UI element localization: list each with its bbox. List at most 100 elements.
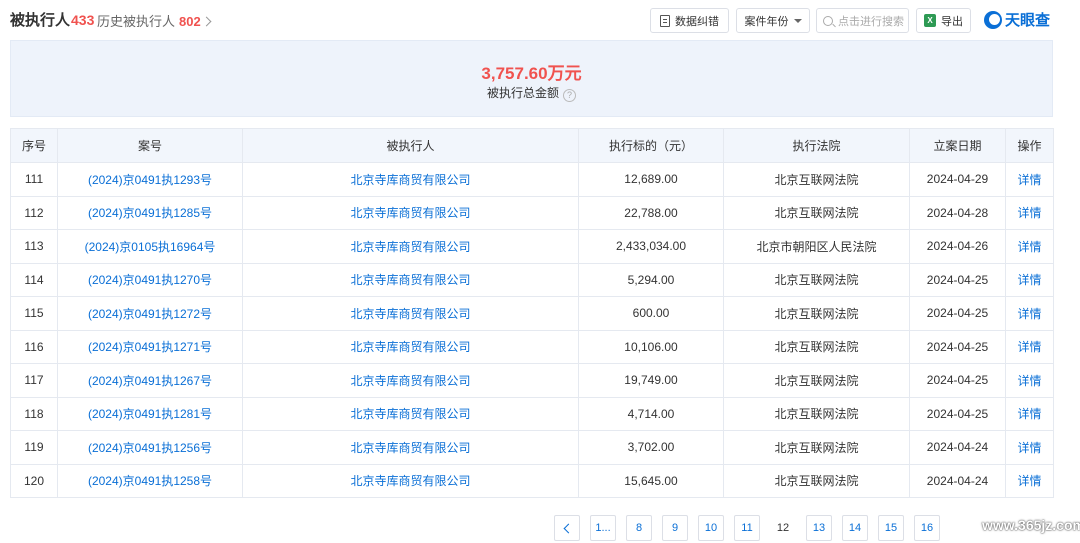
execution-amount: 2,433,034.00: [578, 229, 724, 264]
tab-current-count: 433: [71, 12, 95, 28]
details-link[interactable]: 详情: [1005, 162, 1054, 197]
page-button-first[interactable]: 1...: [590, 515, 616, 541]
help-icon[interactable]: ?: [563, 89, 576, 102]
filing-date: 2024-04-29: [909, 162, 1006, 197]
report-error-button[interactable]: 数据纠错: [650, 8, 729, 33]
table-row: 120 (2024)京0491执1258号 北京寺库商贸有限公司 15,645.00 北…: [10, 463, 1054, 498]
tab-current-executed[interactable]: 被执行人433: [10, 9, 94, 30]
column-header-filing-date: 立案日期: [909, 128, 1006, 163]
row-no: 115: [10, 296, 58, 331]
page-button[interactable]: 15: [878, 515, 904, 541]
executed-party-link[interactable]: 北京寺库商贸有限公司: [242, 296, 579, 331]
details-link[interactable]: 详情: [1005, 463, 1054, 498]
row-no: 113: [10, 229, 58, 264]
court-name: 北京市朝阳区人民法院: [723, 229, 910, 264]
case-number-link[interactable]: (2024)京0491执1293号: [57, 162, 243, 197]
details-link[interactable]: 详情: [1005, 229, 1054, 264]
total-amount-label-row: 被执行总金额?: [11, 84, 1052, 102]
top-toolbar: 被执行人433 历史被执行人 802 数据纠错 案件年份 点击进行搜索 X 导出 …: [0, 0, 1080, 40]
executed-person-table: 序号 案号 被执行人 执行标的（元） 执行法院 立案日期 操作 111 (2024…: [10, 128, 1054, 498]
page-button-current: 12: [770, 515, 796, 541]
case-number-link[interactable]: (2024)京0491执1258号: [57, 463, 243, 498]
filing-date: 2024-04-25: [909, 296, 1006, 331]
case-year-select[interactable]: 案件年份: [736, 8, 810, 33]
details-link[interactable]: 详情: [1005, 329, 1054, 364]
filing-date: 2024-04-26: [909, 229, 1006, 264]
case-number-link[interactable]: (2024)京0491执1281号: [57, 396, 243, 431]
tab-history-executed[interactable]: 历史被执行人 802: [97, 11, 212, 30]
page-button[interactable]: 14: [842, 515, 868, 541]
case-number-link[interactable]: (2024)京0491执1285号: [57, 195, 243, 230]
executed-party-link[interactable]: 北京寺库商贸有限公司: [242, 363, 579, 398]
row-no: 116: [10, 329, 58, 364]
court-name: 北京互联网法院: [723, 329, 910, 364]
executed-party-link[interactable]: 北京寺库商贸有限公司: [242, 162, 579, 197]
page-button[interactable]: 9: [662, 515, 688, 541]
page-button[interactable]: 10: [698, 515, 724, 541]
executed-party-link[interactable]: 北京寺库商贸有限公司: [242, 430, 579, 465]
page-button[interactable]: 16: [914, 515, 940, 541]
executed-party-link[interactable]: 北京寺库商贸有限公司: [242, 262, 579, 297]
prev-page-button[interactable]: [554, 515, 580, 541]
filing-date: 2024-04-28: [909, 195, 1006, 230]
row-no: 118: [10, 396, 58, 431]
filing-date: 2024-04-25: [909, 329, 1006, 364]
case-number-link[interactable]: (2024)京0491执1270号: [57, 262, 243, 297]
row-no: 120: [10, 463, 58, 498]
table-row: 111 (2024)京0491执1293号 北京寺库商贸有限公司 12,689.00 北…: [10, 162, 1054, 197]
executed-party-link[interactable]: 北京寺库商贸有限公司: [242, 195, 579, 230]
executed-party-link[interactable]: 北京寺库商贸有限公司: [242, 396, 579, 431]
row-no: 111: [10, 162, 58, 197]
table-row: 112 (2024)京0491执1285号 北京寺库商贸有限公司 22,788.00 北…: [10, 195, 1054, 230]
court-name: 北京互联网法院: [723, 430, 910, 465]
chevron-right-icon: [201, 16, 212, 27]
court-name: 北京互联网法院: [723, 296, 910, 331]
execution-amount: 15,645.00: [578, 463, 724, 498]
logo-text: 天眼查: [1005, 12, 1051, 29]
details-link[interactable]: 详情: [1005, 296, 1054, 331]
execution-amount: 10,106.00: [578, 329, 724, 364]
executed-party-link[interactable]: 北京寺库商贸有限公司: [242, 229, 579, 264]
caret-down-icon: [793, 18, 802, 23]
court-name: 北京互联网法院: [723, 363, 910, 398]
details-link[interactable]: 详情: [1005, 396, 1054, 431]
table-row: 117 (2024)京0491执1267号 北京寺库商贸有限公司 19,749.00 北…: [10, 363, 1054, 398]
row-no: 114: [10, 262, 58, 297]
case-number-link[interactable]: (2024)京0105执16964号: [57, 229, 243, 264]
tianyancha-logo[interactable]: 天眼查: [984, 9, 1050, 30]
column-header-no: 序号: [10, 128, 58, 163]
case-number-link[interactable]: (2024)京0491执1267号: [57, 363, 243, 398]
page-button[interactable]: 13: [806, 515, 832, 541]
execution-amount: 5,294.00: [578, 262, 724, 297]
export-button[interactable]: X 导出: [916, 8, 971, 33]
case-number-link[interactable]: (2024)京0491执1256号: [57, 430, 243, 465]
table-row: 116 (2024)京0491执1271号 北京寺库商贸有限公司 10,106.00 北…: [10, 329, 1054, 364]
column-header-case-number: 案号: [57, 128, 243, 163]
search-placeholder: 点击进行搜索: [838, 15, 904, 28]
executed-party-link[interactable]: 北京寺库商贸有限公司: [242, 463, 579, 498]
page-button[interactable]: 8: [626, 515, 652, 541]
case-year-label: 案件年份: [744, 15, 789, 28]
filing-date: 2024-04-25: [909, 262, 1006, 297]
filing-date: 2024-04-25: [909, 396, 1006, 431]
search-input[interactable]: 点击进行搜索: [816, 8, 909, 33]
row-no: 112: [10, 195, 58, 230]
filing-date: 2024-04-24: [909, 430, 1006, 465]
execution-amount: 19,749.00: [578, 363, 724, 398]
tab-current-label: 被执行人: [10, 12, 71, 29]
table-header-row: 序号 案号 被执行人 执行标的（元） 执行法院 立案日期 操作: [10, 128, 1054, 163]
watermark: www.365jz.com: [982, 517, 1080, 533]
details-link[interactable]: 详情: [1005, 262, 1054, 297]
details-link[interactable]: 详情: [1005, 195, 1054, 230]
court-name: 北京互联网法院: [723, 162, 910, 197]
case-number-link[interactable]: (2024)京0491执1272号: [57, 296, 243, 331]
details-link[interactable]: 详情: [1005, 363, 1054, 398]
court-name: 北京互联网法院: [723, 195, 910, 230]
case-number-link[interactable]: (2024)京0491执1271号: [57, 329, 243, 364]
page-button[interactable]: 11: [734, 515, 760, 541]
executed-party-link[interactable]: 北京寺库商贸有限公司: [242, 329, 579, 364]
execution-amount: 12,689.00: [578, 162, 724, 197]
total-amount-summary: 3,757.60万元 被执行总金额?: [10, 40, 1053, 117]
details-link[interactable]: 详情: [1005, 430, 1054, 465]
table-row: 115 (2024)京0491执1272号 北京寺库商贸有限公司 600.00 北京互联…: [10, 296, 1054, 331]
